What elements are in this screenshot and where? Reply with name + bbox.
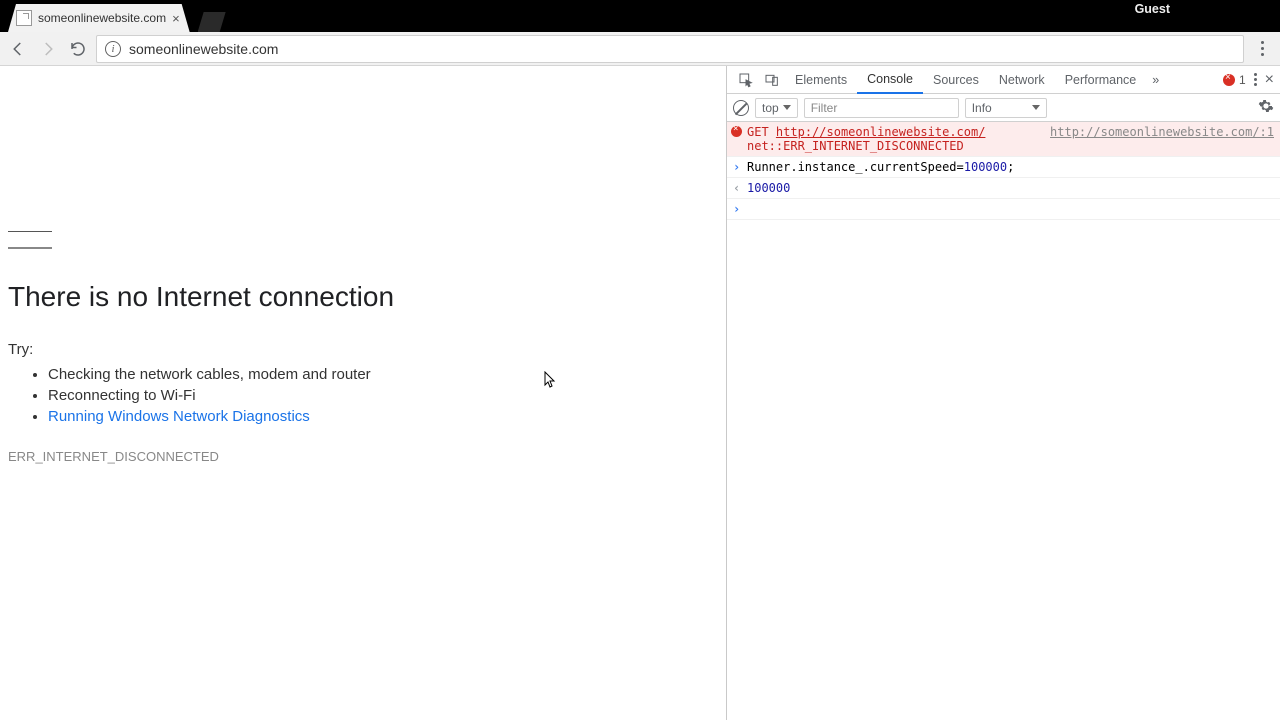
- content-area: There is no Internet connection Try: Che…: [0, 66, 1280, 720]
- suggestion-list: Checking the network cables, modem and r…: [0, 366, 726, 425]
- devtools-tab-bar: Elements Console Sources Network Perform…: [727, 66, 1280, 94]
- tab-strip: someonlinewebsite.com ×: [0, 0, 1280, 32]
- error-source-link[interactable]: http://someonlinewebsite.com/:1: [1050, 125, 1274, 153]
- error-dot-icon: [1223, 74, 1235, 86]
- code-number: 100000: [964, 160, 1007, 174]
- page-favicon-icon: [16, 10, 32, 26]
- offline-page: There is no Internet connection Try: Che…: [0, 66, 726, 720]
- level-label: Info: [972, 101, 992, 115]
- forward-button[interactable]: [36, 37, 60, 61]
- error-count-badge[interactable]: 1: [1223, 73, 1246, 87]
- inspect-element-icon[interactable]: [733, 67, 759, 93]
- error-marker-icon: [731, 126, 742, 137]
- context-label: top: [762, 101, 779, 115]
- browser-toolbar: i someonlinewebsite.com: [0, 32, 1280, 66]
- chevron-down-icon: [783, 105, 791, 110]
- tab-network[interactable]: Network: [989, 66, 1055, 94]
- console-toolbar: top Filter Info: [727, 94, 1280, 122]
- device-toolbar-icon[interactable]: [759, 67, 785, 93]
- tab-console[interactable]: Console: [857, 66, 923, 94]
- log-level-selector[interactable]: Info: [965, 98, 1047, 118]
- devtools-menu-button[interactable]: [1254, 73, 1257, 86]
- address-bar[interactable]: i someonlinewebsite.com: [96, 35, 1244, 63]
- console-filter-input[interactable]: Filter: [804, 98, 959, 118]
- guest-badge[interactable]: Guest: [1135, 2, 1170, 16]
- error-title: There is no Internet connection: [0, 281, 726, 313]
- console-body[interactable]: GET http://someonlinewebsite.com/ net::E…: [727, 122, 1280, 720]
- console-input-row[interactable]: Runner.instance_.currentSpeed=100000;: [727, 157, 1280, 178]
- back-button[interactable]: [6, 37, 30, 61]
- console-error-row[interactable]: GET http://someonlinewebsite.com/ net::E…: [727, 122, 1280, 157]
- execution-context-selector[interactable]: top: [755, 98, 798, 118]
- error-url-link[interactable]: http://someonlinewebsite.com/: [776, 125, 986, 139]
- new-tab-button[interactable]: [198, 12, 226, 32]
- dino-area[interactable]: [0, 66, 726, 241]
- browser-tab[interactable]: someonlinewebsite.com ×: [8, 4, 190, 32]
- browser-menu-button[interactable]: [1250, 41, 1274, 56]
- clear-console-icon[interactable]: [733, 100, 749, 116]
- reload-button[interactable]: [66, 37, 90, 61]
- url-text: someonlinewebsite.com: [129, 41, 278, 57]
- tab-close-icon[interactable]: ×: [172, 11, 180, 26]
- dino-icon: [8, 231, 52, 241]
- code-text: Runner.instance_.currentSpeed=: [747, 160, 964, 174]
- site-info-icon[interactable]: i: [105, 41, 121, 57]
- devtools-close-button[interactable]: ×: [1265, 71, 1274, 89]
- devtools-panel: Elements Console Sources Network Perform…: [726, 66, 1280, 720]
- output-value: 100000: [747, 181, 790, 195]
- tab-elements[interactable]: Elements: [785, 66, 857, 94]
- code-text: ;: [1007, 160, 1014, 174]
- http-method: GET: [747, 125, 769, 139]
- window-titlebar: someonlinewebsite.com × Guest: [0, 0, 1280, 32]
- error-code: ERR_INTERNET_DISCONNECTED: [0, 449, 726, 464]
- tab-sources[interactable]: Sources: [923, 66, 989, 94]
- tabs-overflow-icon[interactable]: »: [1146, 73, 1165, 87]
- error-message: net::ERR_INTERNET_DISCONNECTED: [747, 139, 1050, 153]
- tab-performance[interactable]: Performance: [1055, 66, 1147, 94]
- console-prompt-row[interactable]: [727, 199, 1280, 220]
- filter-placeholder: Filter: [811, 101, 838, 115]
- console-settings-icon[interactable]: [1258, 98, 1274, 117]
- console-output-row[interactable]: 100000: [727, 178, 1280, 199]
- suggestion-item: Running Windows Network Diagnostics: [48, 408, 726, 425]
- error-count: 1: [1239, 73, 1246, 87]
- suggestion-item: Checking the network cables, modem and r…: [48, 366, 726, 383]
- try-label: Try:: [0, 341, 726, 358]
- suggestion-item: Reconnecting to Wi-Fi: [48, 387, 726, 404]
- network-diagnostics-link[interactable]: Running Windows Network Diagnostics: [48, 408, 310, 425]
- tab-title: someonlinewebsite.com: [38, 11, 166, 25]
- chevron-down-icon: [1032, 105, 1040, 110]
